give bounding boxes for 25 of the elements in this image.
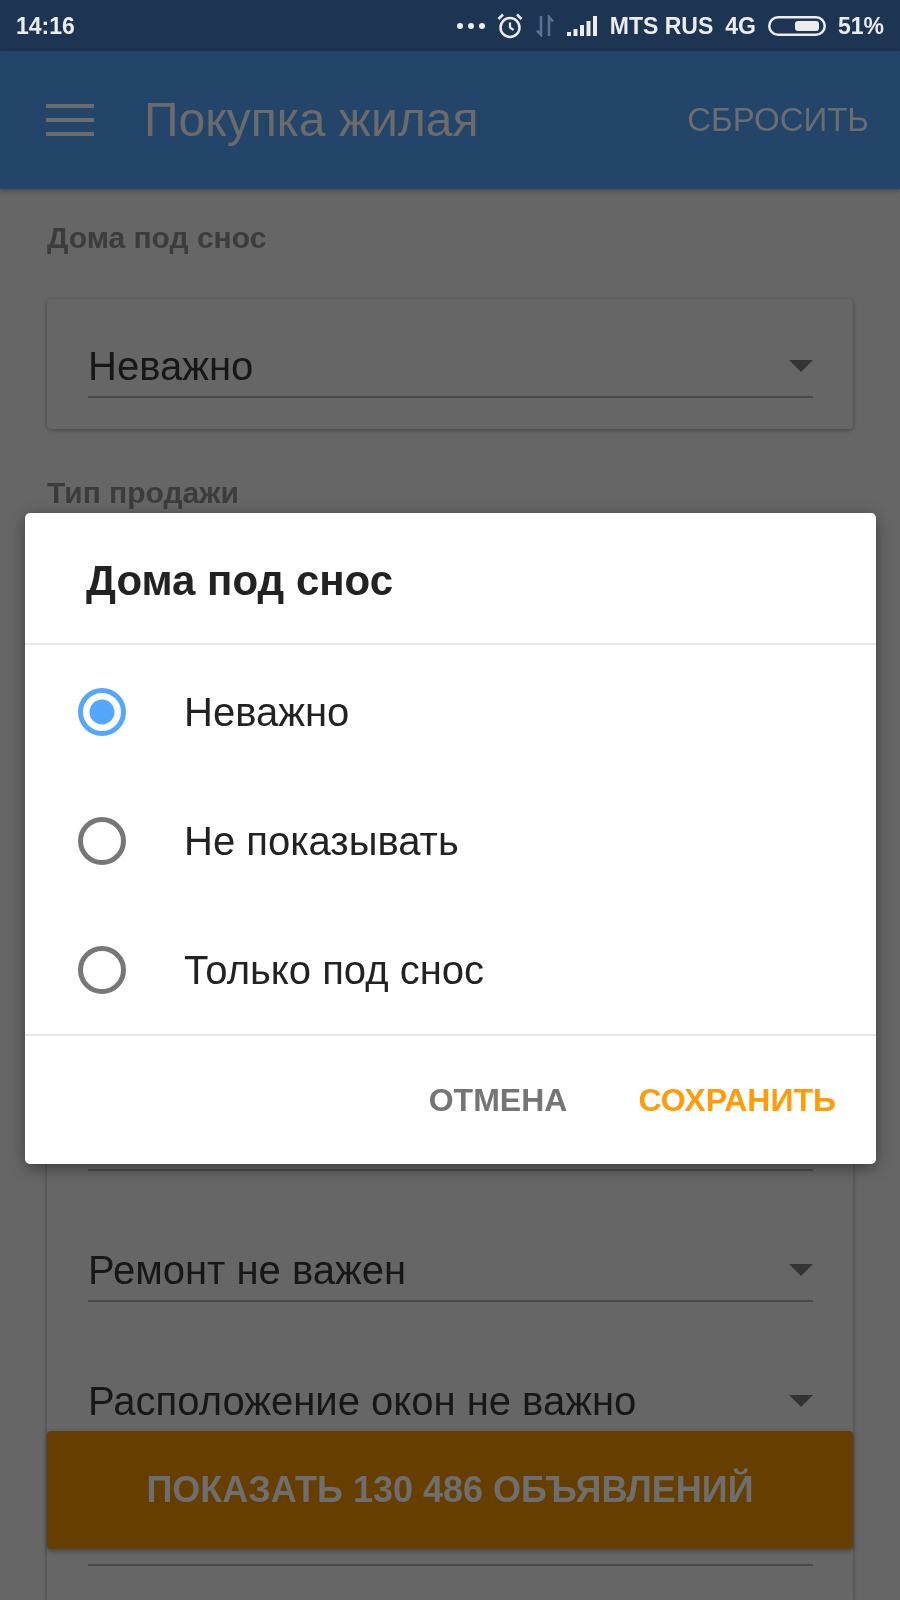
dropdown-field[interactable]: Неважно	[88, 343, 813, 398]
dropdown-arrow-icon	[789, 360, 813, 372]
dialog-title: Дома под снос	[86, 556, 394, 606]
battery-percentage: 51%	[837, 12, 884, 39]
signal-bars-icon	[566, 15, 598, 36]
radio-option[interactable]: Неважно	[78, 687, 350, 736]
radio-option[interactable]: Только под снос	[78, 945, 484, 994]
cancel-button[interactable]: ОТМЕНА	[412, 1072, 584, 1128]
radio-icon[interactable]	[78, 945, 126, 994]
battery-icon	[767, 15, 826, 36]
dropdown-arrow-icon	[789, 1264, 813, 1276]
dropdown-arrow-icon	[789, 1395, 813, 1407]
save-button[interactable]: СОХРАНИТЬ	[622, 1072, 852, 1128]
network-type: 4G	[725, 12, 756, 39]
status-time: 14:16	[16, 12, 75, 39]
more-dots-icon	[456, 22, 485, 29]
dropdown-field[interactable]: Ремонт не важен	[88, 1247, 813, 1302]
carrier-name: MTS RUS	[609, 12, 714, 39]
app-title: Покупка жилая	[144, 92, 479, 148]
reset-button[interactable]: СБРОСИТЬ	[687, 100, 869, 140]
alarm-clock-icon	[496, 12, 523, 39]
radio-option[interactable]: Не показывать	[78, 816, 459, 865]
show-results-button[interactable]: ПОКАЗАТЬ 130 486 ОБЪЯВЛЕНИЙ	[47, 1431, 853, 1549]
radio-icon[interactable]	[78, 816, 126, 865]
radio-icon[interactable]	[78, 687, 126, 736]
